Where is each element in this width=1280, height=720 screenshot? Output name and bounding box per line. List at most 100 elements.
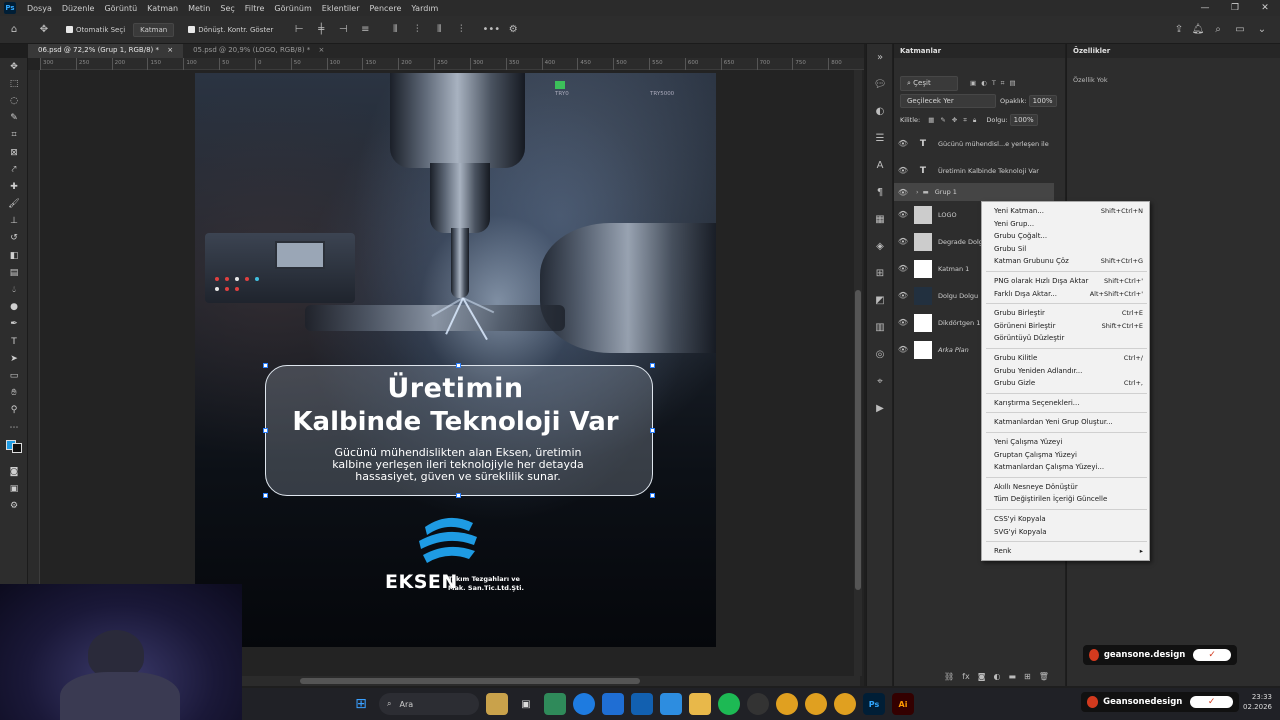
menu-plugins[interactable]: Eklentiler (317, 4, 365, 13)
navigator-icon[interactable]: ◎ (867, 341, 893, 368)
auto-select-checkbox[interactable]: Otomatik Seçi (66, 26, 125, 34)
history-icon[interactable]: ⌖ (867, 368, 893, 395)
eye-icon[interactable]: 👁︎ (894, 166, 912, 175)
eraser-tool-icon[interactable]: ◧ (0, 247, 28, 264)
dodge-tool-icon[interactable]: ● (0, 299, 28, 316)
layer-group-row[interactable]: 👁︎ › ▬ Grup 1 (894, 183, 1054, 201)
menu-type[interactable]: Metin (183, 4, 215, 13)
swatches-icon[interactable]: ▥ (867, 314, 893, 341)
context-menu-item[interactable]: Grubu Kilitle Ctrl+/ (982, 352, 1151, 364)
photoshop-taskbar-icon[interactable]: Ps (863, 693, 885, 715)
context-menu-item[interactable]: Katmanlardan Çalışma Yüzeyi... (982, 461, 1151, 473)
file-explorer-icon[interactable] (602, 693, 624, 715)
context-menu-item[interactable]: Görüntüyü Düzleştir (982, 332, 1151, 344)
eye-icon[interactable]: 👁︎ (894, 237, 912, 246)
context-menu-item[interactable]: Grubu Birleştir Ctrl+E (982, 307, 1151, 319)
eye-icon[interactable]: 👁︎ (894, 291, 912, 300)
context-menu-item[interactable]: Yeni Çalışma Yüzeyi (982, 436, 1151, 448)
path-select-tool-icon[interactable]: ➤ (0, 350, 28, 367)
context-menu-item[interactable]: Tüm Değiştirilen İçeriği Güncelle (982, 493, 1151, 505)
taskbar-search[interactable]: ⌕ Ara (379, 693, 479, 715)
copilot-icon[interactable] (544, 693, 566, 715)
move-tool-icon[interactable]: ✥ (0, 58, 28, 75)
lock-icons[interactable]: ▦✎✥⌗🔒︎ (928, 116, 982, 125)
context-menu-item[interactable]: Akıllı Nesneye Dönüştür (982, 481, 1151, 493)
workspace-icon[interactable]: ▭ (1232, 22, 1248, 38)
distribute-center-icon[interactable]: ⫶ (409, 22, 425, 38)
filter-icons[interactable]: ▣◐T⌗▤ (970, 79, 1021, 88)
transform-handle[interactable] (263, 493, 268, 498)
horizontal-scrollbar[interactable] (240, 676, 860, 686)
home-icon[interactable]: ⌂ (6, 22, 22, 38)
chrome-icon[interactable] (776, 693, 798, 715)
context-menu-item[interactable]: Grubu Yeniden Adlandır... (982, 365, 1151, 377)
menu-layer[interactable]: Katman (142, 4, 183, 13)
steam-icon[interactable] (747, 693, 769, 715)
collapse-icon[interactable]: » (867, 44, 893, 71)
context-menu-item[interactable]: Renk ▸ (982, 545, 1151, 557)
context-menu-item[interactable]: CSS'yi Kopyala (982, 513, 1151, 525)
context-menu-item[interactable]: Karıştırma Seçenekleri... (982, 397, 1151, 409)
restore-icon[interactable]: ❐ (1220, 0, 1250, 16)
crop-tool-icon[interactable]: ⌗ (0, 127, 28, 144)
transform-handle[interactable] (650, 363, 655, 368)
new-layer-icon[interactable]: ⊞ (1024, 672, 1031, 681)
context-menu-item[interactable]: Grubu Çoğalt... (982, 230, 1151, 242)
quick-mask-icon[interactable]: ◙ (0, 463, 28, 480)
eye-icon[interactable]: 👁︎ (894, 188, 912, 197)
menu-file[interactable]: Dosya (22, 4, 57, 13)
adjustments-icon[interactable]: ☰ (867, 125, 893, 152)
fx-icon[interactable]: fx (962, 672, 970, 681)
context-menu-item[interactable]: Görüneni Birleştir Shift+Ctrl+E (982, 320, 1151, 332)
zoom-tool-icon[interactable]: ⚲ (0, 402, 28, 419)
context-menu-item[interactable]: Katmanlardan Yeni Grup Oluştur... (982, 416, 1151, 428)
history-brush-icon[interactable]: ↺ (0, 230, 28, 247)
screen-mode-icon[interactable]: ▣ (0, 481, 28, 498)
close-icon[interactable]: × (319, 46, 325, 54)
minimize-icon[interactable]: — (1190, 0, 1220, 16)
align-right-icon[interactable]: ⊣ (335, 22, 351, 38)
stamp-tool-icon[interactable]: ⊥ (0, 213, 28, 230)
system-clock[interactable]: 23:33 02.2026 (1243, 692, 1272, 712)
adjustment-layer-icon[interactable]: ◐ (993, 672, 1000, 681)
marquee-tool-icon[interactable]: ⬚ (0, 75, 28, 92)
photoshop-app-icon[interactable]: Ps (4, 2, 16, 14)
mask-icon[interactable]: ◙ (978, 672, 986, 681)
context-menu-item[interactable]: Gruptan Çalışma Yüzeyi (982, 449, 1151, 461)
comments-icon[interactable]: 💬︎ (867, 71, 893, 98)
chrome-icon[interactable] (834, 693, 856, 715)
gradient-tool-icon[interactable]: ▤ (0, 264, 28, 281)
share-icon[interactable]: ⇪ (1171, 22, 1187, 38)
libraries-icon[interactable]: ▦ (867, 206, 893, 233)
layer-filter-dropdown[interactable]: ⌕ Çeşit (900, 76, 958, 91)
blend-mode-dropdown[interactable]: Geçilecek Yer (900, 94, 996, 108)
close-icon[interactable]: × (167, 46, 173, 54)
type-tool-icon[interactable]: T (0, 333, 28, 350)
show-transform-controls-checkbox[interactable]: Dönüşt. Kontr. Göster (188, 26, 273, 34)
context-menu-item[interactable]: SVG'yi Kopyala (982, 526, 1151, 538)
healing-tool-icon[interactable]: ✚ (0, 178, 28, 195)
frame-tool-icon[interactable]: ⊠ (0, 144, 28, 161)
rectangle-tool-icon[interactable]: ▭ (0, 367, 28, 384)
context-menu-item[interactable]: Yeni Grup... (982, 218, 1151, 230)
hand-tool-icon[interactable]: ✋︎ (0, 385, 28, 402)
color-icon[interactable]: ◐ (867, 98, 893, 125)
menu-filter[interactable]: Filtre (240, 4, 270, 13)
edge-icon[interactable] (573, 693, 595, 715)
auto-select-target-dropdown[interactable]: Katman (133, 22, 175, 37)
task-view-icon[interactable]: ▣ (515, 693, 537, 715)
context-menu-item[interactable]: Grubu Sil (982, 243, 1151, 255)
distribute-left-icon[interactable]: ⫴ (387, 22, 403, 38)
fill-input[interactable]: 100% (1009, 114, 1038, 126)
layer-row[interactable]: 👁︎ T Üretimin Kalbinde Teknoloji Var (894, 157, 1054, 184)
eye-icon[interactable]: 👁︎ (894, 345, 912, 354)
mail-icon[interactable] (660, 693, 682, 715)
menu-select[interactable]: Seç (215, 4, 239, 13)
layer-comps-icon[interactable]: ◈ (867, 233, 893, 260)
blur-tool-icon[interactable]: 💧︎ (0, 281, 28, 298)
edit-toolbar-icon[interactable]: ⚙ (0, 498, 28, 515)
windows-start-icon[interactable]: ⊞ (350, 693, 372, 715)
bell-icon[interactable]: 🔔︎ (1190, 22, 1206, 38)
menu-image[interactable]: Görüntü (99, 4, 142, 13)
tab-document-05[interactable]: 05.psd @ 20,9% (LOGO, RGB/8) * × (183, 44, 334, 58)
